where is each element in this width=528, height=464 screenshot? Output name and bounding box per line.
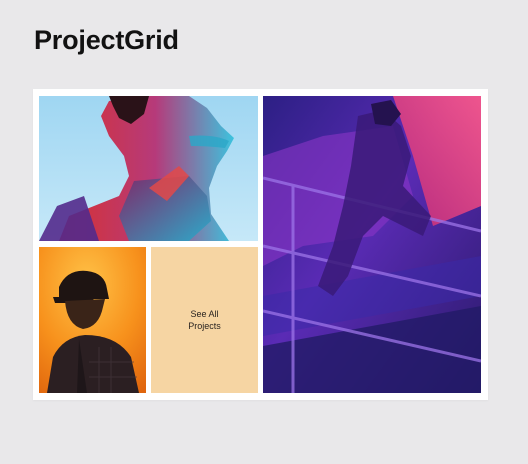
project-tile-portrait-cap-orange[interactable] bbox=[39, 247, 146, 393]
project-grid: See All Projects bbox=[33, 89, 488, 400]
see-all-projects-label: See All Projects bbox=[179, 308, 231, 332]
see-all-label-line1: See All bbox=[190, 309, 219, 319]
portrait-colorful-image bbox=[39, 96, 258, 241]
app-title: ProjectGrid bbox=[34, 25, 179, 55]
staircase-neon-image bbox=[263, 96, 481, 393]
project-tile-staircase-neon[interactable] bbox=[263, 96, 481, 393]
see-all-projects-button[interactable]: See All Projects bbox=[151, 247, 258, 393]
see-all-label-line2: Projects bbox=[188, 321, 221, 331]
project-tile-portrait-colorful[interactable] bbox=[39, 96, 258, 241]
portrait-cap-orange-image bbox=[39, 247, 146, 393]
